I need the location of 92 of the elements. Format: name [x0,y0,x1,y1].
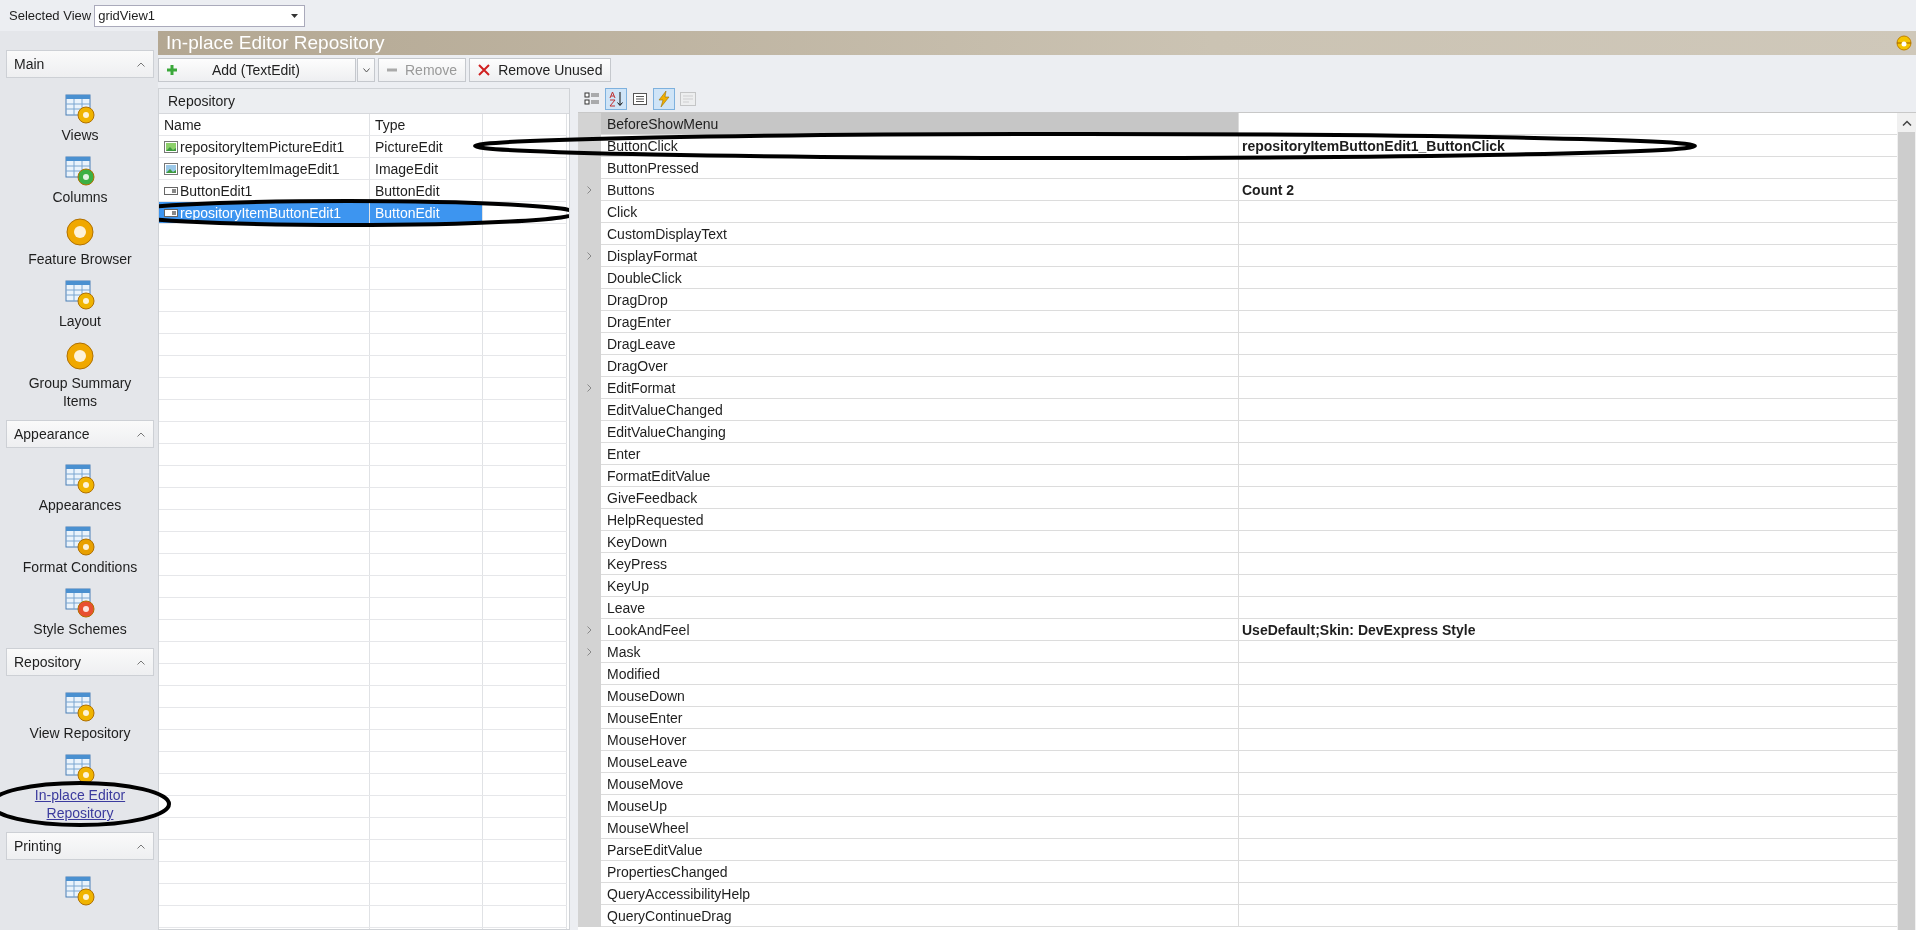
group-header[interactable]: Main [6,50,154,78]
property-name[interactable]: DragDrop [601,289,1239,311]
scroll-up-icon[interactable] [1901,120,1912,126]
collapse-icon[interactable] [137,431,145,437]
property-name[interactable]: ButtonClick [601,135,1239,157]
property-name[interactable]: KeyPress [601,553,1239,575]
property-name[interactable]: MouseWheel [601,817,1239,839]
table-cell: ButtonEdit [370,180,483,202]
list-icon [633,92,647,105]
collapse-icon[interactable] [137,61,145,67]
table-cell[interactable]: repositoryItemImageEdit1 [159,158,370,180]
picture-icon [164,140,178,153]
property-name[interactable]: FormatEditValue [601,465,1239,487]
property-name[interactable]: MouseDown [601,685,1239,707]
property-name[interactable]: KeyDown [601,531,1239,553]
property-name[interactable]: MouseUp [601,795,1239,817]
expand-icon[interactable] [587,186,592,194]
property-name[interactable]: CustomDisplayText [601,223,1239,245]
group-header[interactable]: Appearance [6,420,154,448]
panel-title: In-place Editor Repository [166,32,385,54]
property-value[interactable]: repositoryItemButtonEdit1_ButtonClick [1239,135,1897,157]
property-name[interactable]: MouseHover [601,729,1239,751]
pin-icon[interactable] [1896,35,1912,51]
coin-icon[interactable] [64,340,96,372]
caret-icon [362,67,370,73]
navigation-item[interactable]: Columns [44,188,116,206]
table-cell: ImageEdit [370,158,483,180]
navigation-item[interactable]: Appearances [30,496,130,514]
property-name[interactable]: LookAndFeel [601,619,1239,641]
navigation-item[interactable]: Style Schemes [25,620,135,638]
property-name[interactable]: MouseMove [601,773,1239,795]
selected-view-dropdown[interactable]: gridView1 [94,4,306,27]
property-name[interactable]: DragEnter [601,311,1239,333]
button-edit-icon [164,208,178,217]
property-name[interactable]: QueryContinueDrag [601,905,1239,927]
property-name[interactable]: KeyUp [601,575,1239,597]
collapse-icon[interactable] [137,659,145,665]
navigation-item[interactable]: View Repository [21,724,139,742]
close-icon [478,64,491,76]
dropdown-button[interactable] [357,58,375,82]
property-name[interactable]: ButtonPressed [601,157,1239,179]
property-name[interactable]: DragOver [601,355,1239,377]
property-name[interactable]: DisplayFormat [601,245,1239,267]
property-name[interactable]: DoubleClick [601,267,1239,289]
caret-icon [291,13,299,18]
expand-icon[interactable] [587,648,592,656]
property-value[interactable]: Count 2 [1239,179,1897,201]
property-name[interactable]: MouseLeave [601,751,1239,773]
property-value[interactable]: UseDefault;Skin: DevExpress Style [1239,619,1897,641]
property-name[interactable]: Mask [601,641,1239,663]
coin-icon[interactable] [64,216,96,248]
remove-button[interactable]: Remove Unused [469,58,612,82]
plus-icon [167,65,177,75]
button-edit-icon [164,186,178,195]
property-name[interactable]: Enter [601,443,1239,465]
collapse-icon[interactable] [137,843,145,849]
table-cell: PictureEdit [370,136,483,158]
column-header[interactable]: Name [159,114,370,136]
property-name[interactable]: EditValueChanging [601,421,1239,443]
navigation-item[interactable]: Group Summary Items [6,374,154,410]
group-header[interactable]: Printing [6,832,154,860]
selected-view-label: Selected View [9,8,92,23]
property-name[interactable]: HelpRequested [601,509,1239,531]
navigation-item[interactable]: Views [53,126,107,144]
property-name[interactable]: BeforeShowMenu [601,113,1239,135]
column-header[interactable]: Type [370,114,483,136]
property-name[interactable]: MouseEnter [601,707,1239,729]
navigation-item[interactable]: Feature Browser [20,250,140,268]
property-name[interactable]: DragLeave [601,333,1239,355]
grid-icon[interactable] [64,752,96,784]
navigation-item[interactable]: Format Conditions [14,558,146,576]
table-cell[interactable]: repositoryItemPictureEdit1 [159,136,370,158]
group-header[interactable]: Repository [6,648,154,676]
expand-icon[interactable] [587,384,592,392]
property-name[interactable]: Buttons [601,179,1239,201]
minus-icon [387,68,397,72]
alphabetical-button[interactable] [605,87,627,110]
navigation-item[interactable]: Layout [50,312,109,330]
property-name[interactable]: PropertiesChanged [601,861,1239,883]
add-button[interactable]: Add (TextEdit) [158,58,356,82]
property-name[interactable]: GiveFeedback [601,487,1239,509]
picture-icon [164,162,178,175]
repository-header: Repository [159,89,569,114]
expand-icon[interactable] [587,252,592,260]
property-name[interactable]: Leave [601,597,1239,619]
expand-icon[interactable] [587,626,592,634]
property-name[interactable]: Click [601,201,1239,223]
property-name[interactable]: Modified [601,663,1239,685]
property-name[interactable]: EditFormat [601,377,1239,399]
property-name[interactable]: EditValueChanged [601,399,1239,421]
property-name[interactable]: ParseEditValue [601,839,1239,861]
property-name[interactable]: QueryAccessibilityHelp [601,883,1239,905]
